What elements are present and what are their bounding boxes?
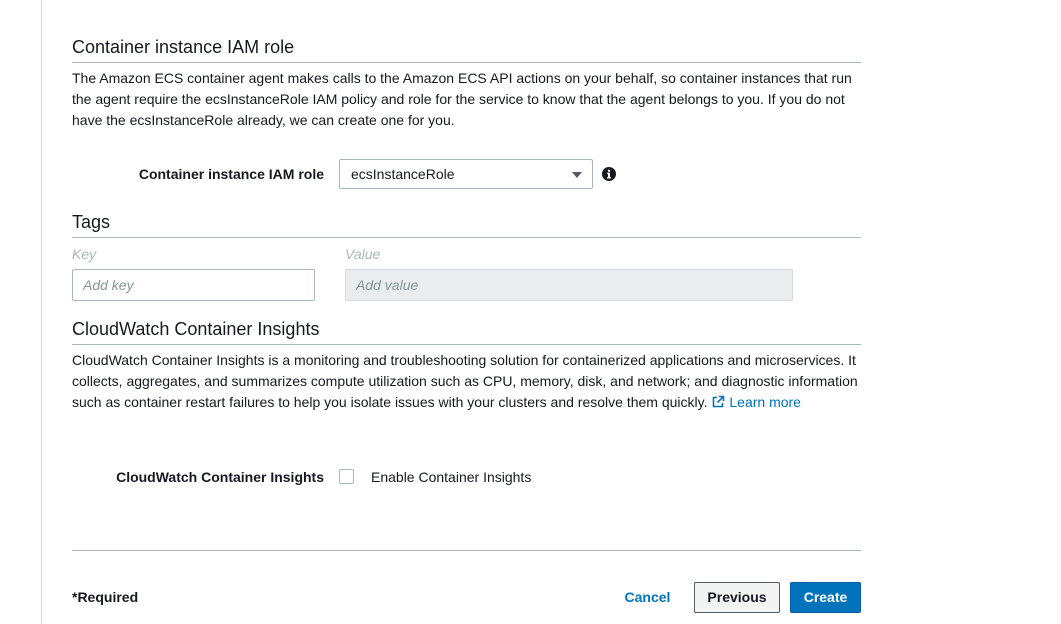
- external-link-icon: [713, 395, 725, 408]
- iam-role-label: Container instance IAM role: [138, 166, 324, 182]
- iam-section-description: The Amazon ECS container agent makes cal…: [72, 70, 852, 128]
- info-icon[interactable]: [602, 167, 616, 181]
- tag-value-input[interactable]: [345, 269, 793, 301]
- insights-section-divider: [72, 344, 861, 345]
- tag-key-column-label: Key: [72, 246, 97, 262]
- learn-more-link[interactable]: Learn more: [711, 394, 801, 410]
- enable-insights-label[interactable]: Enable Container Insights: [371, 469, 531, 485]
- iam-section-divider: [72, 62, 861, 63]
- iam-role-selected-value: ecsInstanceRole: [351, 166, 455, 182]
- previous-button[interactable]: Previous: [694, 582, 780, 613]
- iam-section-title: Container instance IAM role: [72, 37, 295, 57]
- tag-key-input[interactable]: [72, 269, 315, 301]
- tag-value-column-label: Value: [345, 246, 381, 262]
- insights-section-description: CloudWatch Container Insights is a monit…: [72, 350, 861, 413]
- cancel-button[interactable]: Cancel: [617, 582, 678, 613]
- chevron-down-icon: [572, 172, 582, 178]
- enable-insights-checkbox[interactable]: [339, 469, 354, 484]
- required-note: *Required: [72, 589, 139, 605]
- footer-divider: [72, 550, 861, 551]
- insights-section-title: CloudWatch Container Insights: [72, 319, 320, 339]
- insights-field-label: CloudWatch Container Insights: [116, 469, 324, 485]
- tags-section-divider: [72, 237, 861, 238]
- create-button[interactable]: Create: [790, 582, 861, 613]
- iam-role-select[interactable]: ecsInstanceRole: [339, 159, 593, 189]
- learn-more-label: Learn more: [729, 394, 801, 410]
- tags-section-title: Tags: [72, 212, 111, 232]
- content-left-border: [41, 0, 42, 624]
